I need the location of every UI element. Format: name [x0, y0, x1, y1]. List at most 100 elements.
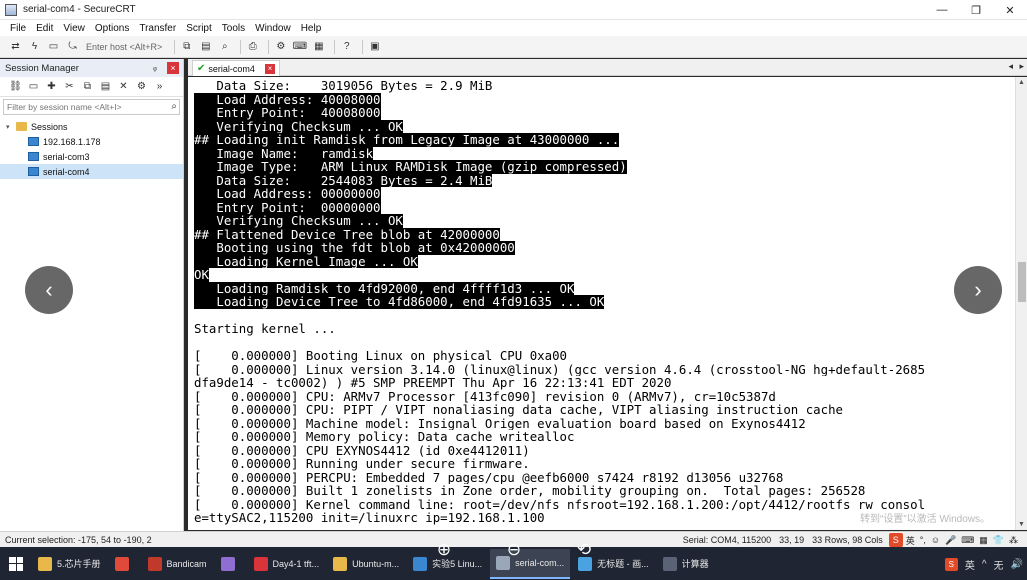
ime-toolbar: S 英 °, ☺ 🎤 ⌨ ▦ 👕 ⁂ [888, 533, 1023, 547]
sogou-tray-icon[interactable]: S [944, 558, 958, 571]
help-icon[interactable]: ? [339, 39, 354, 54]
tab-scroll-left-icon[interactable]: ◂ [1008, 61, 1013, 72]
close-button[interactable]: ✕ [993, 0, 1027, 20]
ime-punctuation[interactable]: °, [920, 535, 926, 545]
print-icon[interactable]: ⎙ [245, 39, 260, 54]
keymap-icon[interactable]: ⌨ [292, 39, 307, 54]
taskbar-app-button[interactable]: Ubuntu-m... [327, 549, 405, 579]
close-panel-button[interactable]: × [167, 62, 179, 74]
ime-skin-icon[interactable]: 👕 [993, 535, 1004, 546]
paste-icon[interactable]: ▤ [198, 39, 213, 54]
taskbar-app-label: Day4-1 tft... [272, 558, 320, 569]
tab-scroll-right-icon[interactable]: ▸ [1019, 61, 1024, 72]
toolbar-divider [362, 39, 364, 54]
menu-window[interactable]: Window [255, 23, 291, 34]
search-icon[interactable]: ⌕ [171, 101, 177, 112]
quick-connect-icon[interactable]: ⇄ [8, 39, 23, 54]
toolbar-divider [334, 39, 336, 54]
settings-icon[interactable]: ⚙ [134, 79, 149, 94]
ime-emoji-icon[interactable]: ☺ [931, 535, 940, 545]
new-window-icon[interactable]: ▭ [26, 79, 41, 94]
disconnect-icon[interactable]: ⤿ [65, 39, 80, 54]
connected-check-icon: ✔ [197, 63, 206, 74]
terminal-scrollbar[interactable]: ▲ ▼ [1015, 77, 1027, 530]
more-icon[interactable]: » [152, 79, 167, 94]
sftp-icon[interactable]: ▦ [311, 39, 326, 54]
tree-item-session[interactable]: serial-com3 [0, 149, 183, 164]
tree-folder-sessions[interactable]: ▾ Sessions [0, 119, 183, 134]
ime-language[interactable]: 英 [906, 534, 915, 547]
taskbar-app-button[interactable]: Day4-1 tft... [248, 549, 326, 579]
scroll-up-icon[interactable]: ▲ [1018, 79, 1025, 86]
scroll-thumb[interactable] [1018, 262, 1026, 302]
find-icon[interactable]: ⌕ [217, 39, 232, 54]
sogou-ime-icon[interactable]: S [888, 533, 903, 547]
menu-help[interactable]: Help [301, 23, 322, 34]
taskbar-app-button[interactable]: Bandicam [142, 549, 213, 579]
ime-more-icon[interactable]: ⁂ [1009, 535, 1018, 546]
tab-close-button[interactable]: × [265, 64, 275, 74]
taskbar-app-button[interactable] [109, 549, 140, 579]
minimize-button[interactable]: — [925, 0, 959, 20]
terminal-line: ## Flattened Device Tree blob at 4200000… [194, 227, 1015, 241]
previous-image-button[interactable]: ‹ [25, 266, 73, 314]
zoom-out-icon[interactable]: ⊖ [503, 539, 525, 561]
tab-serial-com4[interactable]: ✔ serial-com4 × [192, 60, 280, 76]
taskbar-app-button[interactable]: 5.芯片手册 [32, 549, 107, 579]
lightning-icon[interactable]: ϟ [27, 39, 42, 54]
terminal-line: Verifying Checksum ... OK [194, 214, 1015, 228]
next-image-button[interactable]: › [954, 266, 1002, 314]
add-session-icon[interactable]: ✚ [44, 79, 59, 94]
copy-icon[interactable]: ⧉ [80, 79, 95, 94]
pin-icon[interactable]: ᵩ [153, 62, 157, 72]
screen-icon[interactable]: ▣ [367, 39, 382, 54]
menu-script[interactable]: Script [186, 23, 212, 34]
menu-view[interactable]: View [63, 23, 85, 34]
terminal-line-text: OK [194, 268, 209, 282]
cut-icon[interactable]: ✂ [62, 79, 77, 94]
tray-expand-icon[interactable]: ^ [982, 559, 987, 570]
zoom-in-icon[interactable]: ⊕ [433, 539, 455, 561]
maximize-button[interactable]: ❐ [959, 0, 993, 20]
ime-voice-icon[interactable]: 🎤 [945, 535, 956, 546]
terminal-line-text: e=ttySAC2,115200 init=/linuxrc ip=192.16… [194, 511, 545, 525]
link-icon[interactable]: ⛓ [8, 79, 23, 94]
securecrt-app-icon[interactable] [5, 3, 17, 16]
menu-edit[interactable]: Edit [36, 23, 53, 34]
toolbar-divider [268, 39, 270, 54]
rotate-icon[interactable]: ⟲ [573, 539, 595, 561]
terminal-output[interactable]: Data Size: 3019056 Bytes = 2.9 MiB Load … [188, 77, 1015, 530]
ime-keyboard-icon[interactable]: ⌨ [961, 535, 974, 546]
activate-windows-watermark: 转到“设置”以激活 Windows。 [860, 514, 991, 525]
menu-options[interactable]: Options [95, 23, 129, 34]
taskbar-app-button[interactable] [215, 549, 246, 579]
tree-item-session[interactable]: 192.168.1.178 [0, 134, 183, 149]
reconnect-icon[interactable]: ▭ [46, 39, 61, 54]
tree-item-session-selected[interactable]: serial-com4 [0, 164, 183, 179]
terminal-line-text: Image Type: ARM Linux RAMDisk Image (gzi… [194, 160, 627, 174]
taskbar-app-button[interactable]: 计算器 [657, 549, 715, 579]
volume-icon[interactable]: 🔊 [1011, 559, 1023, 570]
start-button[interactable] [0, 547, 32, 580]
tray-network-status[interactable]: 无 [994, 557, 1004, 572]
host-input-placeholder[interactable]: Enter host <Alt+R> [86, 42, 162, 52]
collapse-icon[interactable]: ▾ [6, 123, 14, 131]
session-filter-input[interactable] [7, 102, 167, 112]
taskbar-app-label: Bandicam [166, 558, 207, 569]
copy-icon[interactable]: ⧉ [179, 39, 194, 54]
tray-ime-language[interactable]: 英 [965, 557, 975, 572]
terminal-line: Data Size: 2544083 Bytes = 2.4 MiB [194, 173, 1015, 187]
ime-toolbox-icon[interactable]: ▦ [979, 535, 988, 546]
settings-icon[interactable]: ⚙ [273, 39, 288, 54]
menu-transfer[interactable]: Transfer [139, 23, 176, 34]
terminal-line: [ 0.000000] Booting Linux on physical CP… [194, 349, 1015, 363]
scroll-down-icon[interactable]: ▼ [1018, 521, 1025, 528]
taskbar-app-label: 计算器 [681, 559, 709, 569]
paste-icon[interactable]: ▤ [98, 79, 113, 94]
windows-logo-icon [9, 556, 23, 571]
session-filter-field[interactable]: ⌕ [3, 99, 180, 115]
delete-icon[interactable]: ✕ [116, 79, 131, 94]
terminal-line: [ 0.000000] CPU: ARMv7 Processor [413fc0… [194, 390, 1015, 404]
menu-file[interactable]: File [10, 23, 26, 34]
menu-tools[interactable]: Tools [222, 23, 245, 34]
